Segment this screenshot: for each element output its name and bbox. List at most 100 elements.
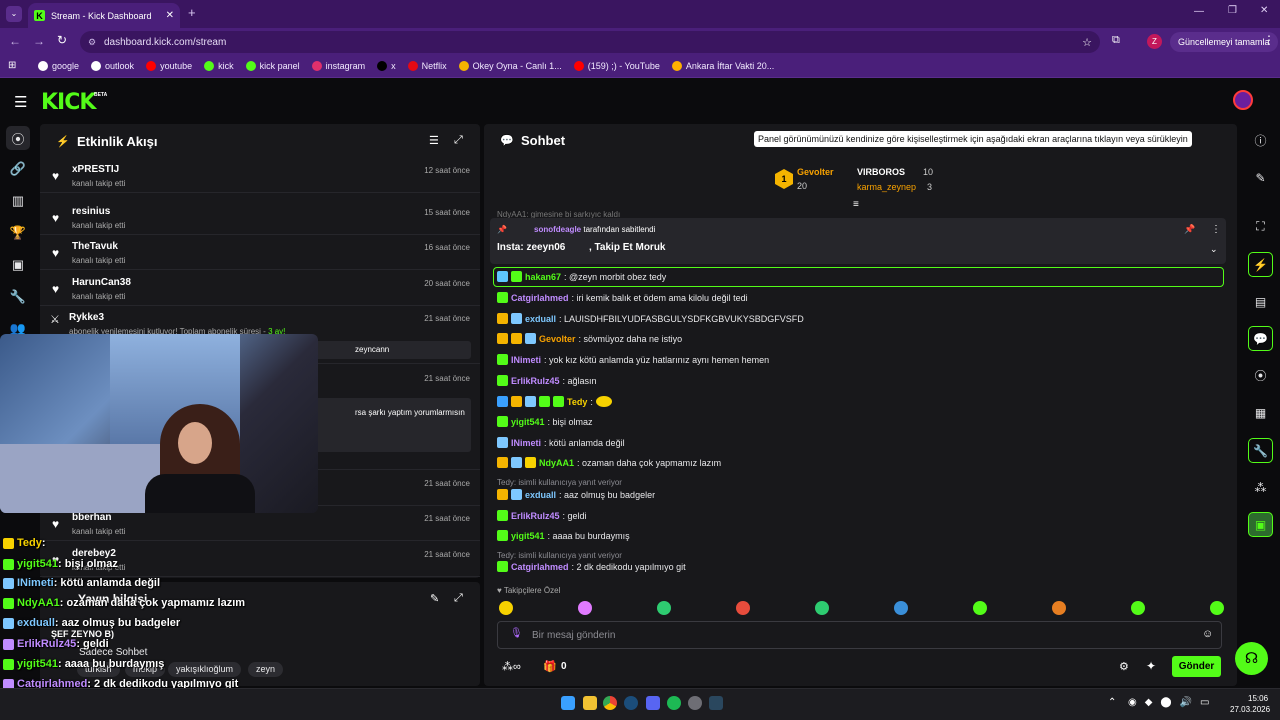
chat-username[interactable]: NdyAA1 [539,458,574,468]
analytics-icon[interactable]: ▥ [6,189,30,213]
extensions-icon[interactable]: ⧉ [1112,34,1120,47]
layers-icon[interactable]: ▦ [1248,400,1273,425]
kick-logo[interactable]: KICK [41,90,96,115]
fullscreen-icon[interactable]: ⛶ [1248,214,1273,239]
update-button[interactable]: Güncellemeyi tamamla [1170,32,1278,52]
trophy-icon[interactable]: 🏆 [6,221,30,245]
bookmark-item[interactable]: x [377,61,396,71]
pinned-menu-icon[interactable]: ⋮ [1211,224,1221,235]
link-icon[interactable]: 🔗 [6,157,30,181]
browser-menu-icon[interactable]: ⋮ [1263,33,1275,47]
start-icon[interactable] [561,696,575,710]
chat-username[interactable]: Tedy [567,397,587,407]
channel-points-icon[interactable]: ⁂∞ [502,660,521,673]
live-signal-icon[interactable]: ⦿ [1248,363,1273,388]
bookmark-star-icon[interactable]: ☆ [1082,36,1092,49]
bookmark-item[interactable]: kick [204,61,234,71]
chat-username[interactable]: ErlikRulz45 [511,511,560,521]
leader-1-name[interactable]: Gevolter [797,167,834,177]
user-avatar[interactable] [1233,90,1253,110]
chat-username[interactable]: yigit541 [511,417,545,427]
spotify-icon[interactable] [667,696,681,710]
emote-icon[interactable] [1210,601,1224,615]
back-icon[interactable]: ← [9,34,21,48]
chat-settings-icon[interactable]: ⚙ [1119,660,1129,673]
site-info-icon[interactable]: ⚙ [88,37,96,48]
tag-2[interactable]: yakışıklıoğlum [168,662,242,677]
filter-icon[interactable]: ☰ [429,134,439,147]
bookmark-item[interactable]: instagram [311,61,365,71]
mic-icon[interactable]: 🎙 [510,628,523,639]
emote-icon[interactable] [815,601,829,615]
gift-icon[interactable]: 🎁 [543,660,557,673]
epic-icon[interactable] [688,696,702,710]
bookmark-item[interactable]: (159) ;) - YouTube [573,61,660,71]
edit-icon[interactable]: ✎ [430,592,439,605]
bookmark-item[interactable]: Ankara İftar Vakti 20... [671,61,774,71]
stream-live-icon[interactable]: ⦿ [6,126,30,150]
leaderboard-toggle-icon[interactable]: ≡ [853,199,859,210]
emote-icon[interactable] [1052,601,1066,615]
tray-icons[interactable]: ◉◆⬤🔊▭ [1128,697,1218,708]
bookmark-item[interactable]: Okey Oyna - Canlı 1... [458,61,562,71]
bookmark-item[interactable]: outlook [91,61,134,71]
emote-icon[interactable] [499,601,513,615]
steam-active-icon[interactable] [709,696,723,710]
emote-icon[interactable] [578,601,592,615]
popout-icon[interactable]: ⤢ [454,134,463,147]
new-tab-button[interactable]: + [188,5,196,20]
emote-icon[interactable] [1131,601,1145,615]
wrench-tool-icon[interactable]: 🔧 [1248,438,1273,463]
chat-username[interactable]: ErlikRulz45 [511,376,560,386]
chat-username[interactable]: Gevolter [539,334,576,344]
forward-icon[interactable]: → [33,34,45,48]
emote-icon[interactable] [657,601,671,615]
bookmark-item[interactable]: youtube [146,61,192,71]
reload-icon[interactable]: ↻ [57,33,67,47]
activity-bolt-icon[interactable]: ⚡ [1248,252,1273,277]
tab-kick-dashboard[interactable]: K Stream - Kick Dashboard ✕ [28,3,180,28]
tag-3[interactable]: zeyn [248,662,284,677]
expand-icon[interactable]: ⌄ [1210,244,1218,255]
app-tool-icon[interactable]: ▣ [1248,512,1273,537]
notes-icon[interactable]: ▤ [1248,289,1273,314]
emote-icon[interactable] [894,601,908,615]
explorer-icon[interactable] [583,696,597,710]
chrome-icon[interactable] [603,696,617,710]
tab-close-icon[interactable]: ✕ [166,10,174,21]
tab-list-button[interactable]: ⌄ [6,6,22,22]
chat-tool-icon[interactable]: 💬 [1248,326,1273,351]
edit-icon[interactable]: ✎ [1248,165,1273,190]
emote-icon[interactable] [736,601,750,615]
hamburger-menu-icon[interactable]: ☰ [14,93,27,111]
popout-icon[interactable]: ⤢ [454,592,463,605]
tray-chevron-icon[interactable]: ⌃ [1108,697,1116,708]
chat-username[interactable]: INimeti [511,438,541,448]
emote-icon[interactable] [973,601,987,615]
unpin-icon[interactable]: 📌 [1184,224,1195,235]
chat-username[interactable]: INimeti [511,355,541,365]
leader-2-name[interactable]: VIRBOROS [857,167,905,177]
chat-username[interactable]: yigit541 [511,531,545,541]
community-tool-icon[interactable]: ⁂ [1248,475,1273,500]
chat-input[interactable]: 🎙 Bir mesaj gönderin ☺ [497,621,1222,649]
maximize-button[interactable]: ❐ [1228,5,1237,16]
emoji-picker-icon[interactable]: ☺ [1202,628,1213,640]
chat-username[interactable]: exduall [525,314,556,324]
info-icon[interactable]: ⓘ [1248,128,1273,153]
window-close-button[interactable]: ✕ [1260,5,1268,16]
bookmark-item[interactable]: kick panel [245,61,300,71]
chat-username[interactable]: exduall [525,490,556,500]
chat-username[interactable]: Catgirlahmed [511,293,569,303]
leader-3-name[interactable]: karma_zeynep [857,182,916,192]
url-field[interactable]: ⚙ dashboard.kick.com/stream ☆ [80,31,1100,53]
apps-grid-icon[interactable]: ⊞ [8,60,16,71]
profile-avatar[interactable]: Z [1147,34,1162,49]
emote-menu-icon[interactable]: ✦ [1146,659,1156,673]
minimize-button[interactable]: — [1194,6,1204,17]
send-button[interactable]: Gönder [1172,656,1221,677]
chat-username[interactable]: hakan67 [525,272,561,282]
chat-username[interactable]: Catgirlahmed [511,562,569,572]
wrench-icon[interactable]: 🔧 [6,285,30,309]
bookmark-item[interactable]: Netflix [407,61,447,71]
